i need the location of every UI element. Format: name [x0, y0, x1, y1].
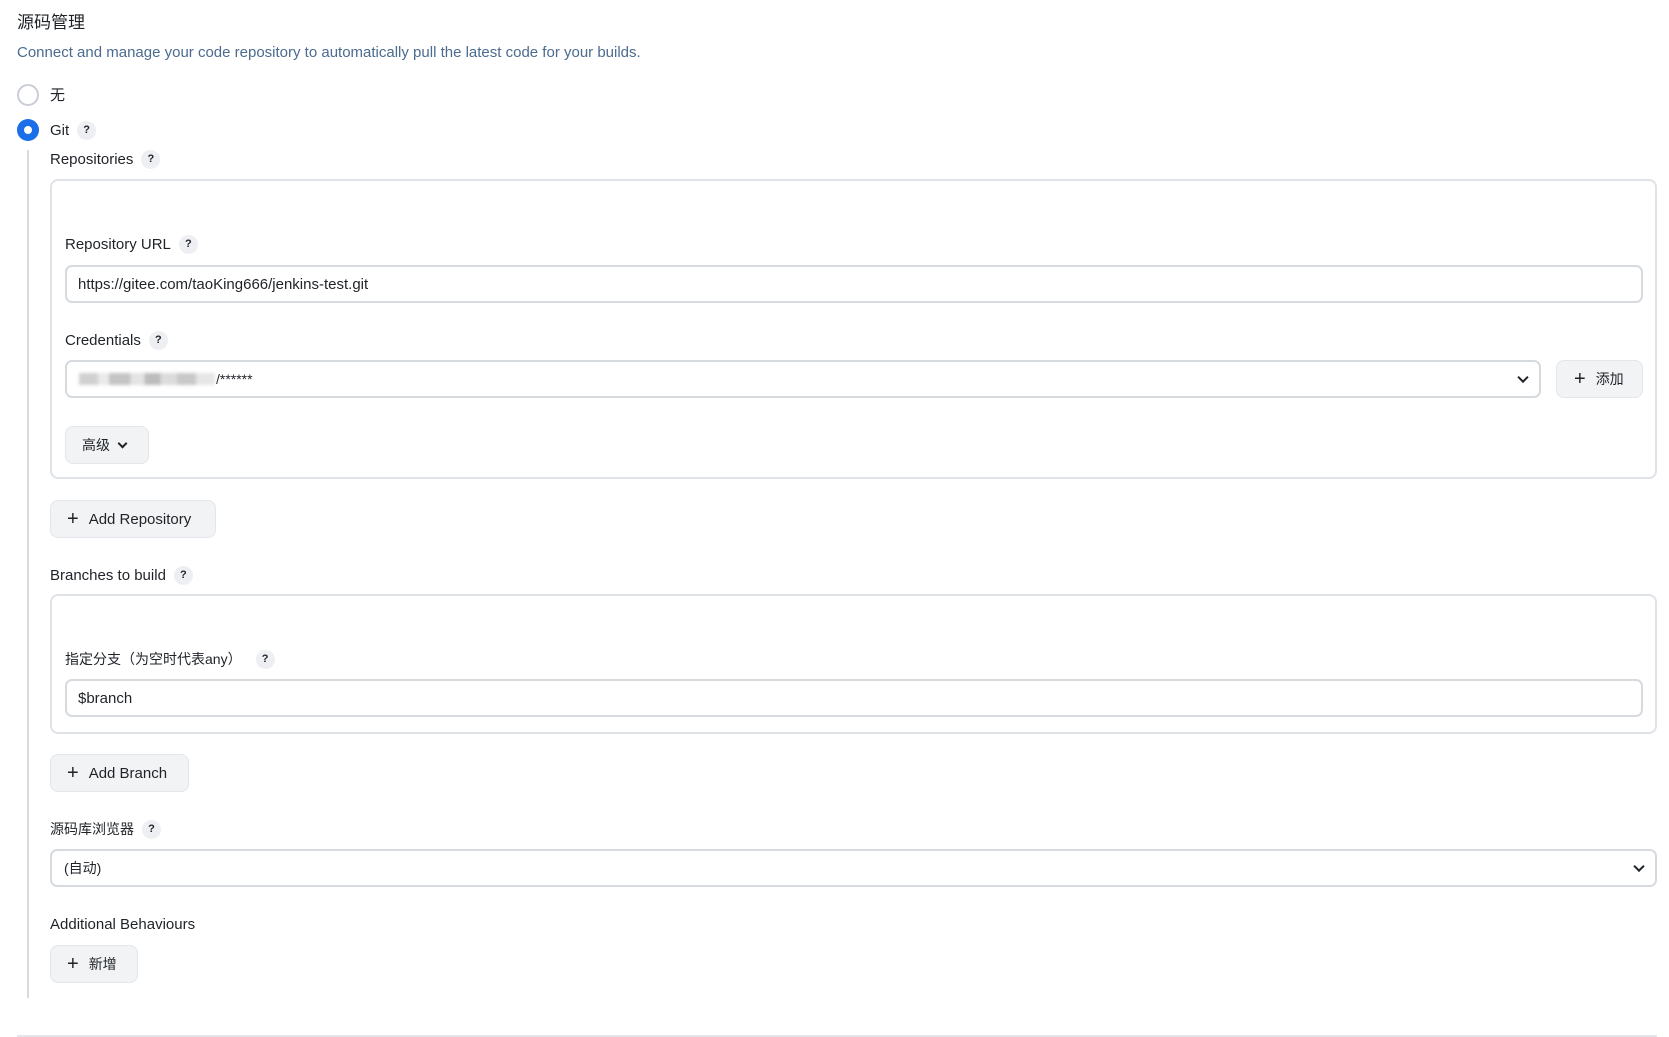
chevron-down-icon	[117, 438, 128, 448]
radio-git-label: Git	[50, 121, 70, 139]
add-behaviour-label: 新增	[88, 956, 117, 972]
branch-specifier-value: $branch	[78, 689, 133, 707]
repository-browser-value: (自动)	[64, 860, 102, 876]
radio-none-label: 无	[50, 87, 66, 104]
section-title: 源码管理	[17, 13, 85, 32]
repositories-label: Repositories	[50, 150, 134, 168]
repositories-header: Repositories ?	[50, 148, 161, 170]
branches-label: Branches to build	[50, 566, 166, 584]
add-credentials-button[interactable]: + 添加	[1556, 360, 1643, 398]
repository-browser-label: 源码库浏览器	[50, 821, 134, 837]
add-repository-button[interactable]: + Add Repository	[50, 500, 216, 538]
repository-browser-select[interactable]: (自动)	[50, 849, 1657, 887]
branches-help-icon[interactable]: ?	[173, 565, 193, 585]
add-branch-button[interactable]: + Add Branch	[50, 754, 189, 792]
repositories-help-icon[interactable]: ?	[141, 149, 161, 169]
radio-git[interactable]	[17, 119, 39, 141]
credentials-header: Credentials ?	[65, 329, 168, 351]
repository-panel	[50, 179, 1657, 479]
branch-specifier-input[interactable]: $branch	[65, 679, 1643, 717]
credentials-redacted	[79, 373, 215, 385]
chevron-down-icon	[1633, 860, 1645, 873]
repository-browser-help-icon[interactable]: ?	[142, 819, 161, 839]
credentials-value: /******	[216, 371, 253, 387]
advanced-button[interactable]: 高级	[65, 426, 149, 464]
radio-none[interactable]	[17, 84, 39, 106]
section-description: Connect and manage your code repository …	[17, 44, 641, 61]
add-credentials-label: 添加	[1595, 371, 1624, 387]
plus-icon: +	[67, 508, 79, 530]
plus-icon: +	[1574, 368, 1586, 390]
repository-url-label: Repository URL	[65, 235, 171, 253]
git-section-indent-line	[27, 150, 29, 998]
repository-url-value: https://gitee.com/taoKing666/jenkins-tes…	[78, 275, 369, 293]
credentials-select[interactable]: /******	[65, 360, 1541, 398]
git-help-icon[interactable]: ?	[77, 120, 97, 140]
add-behaviour-button[interactable]: + 新增	[50, 945, 138, 983]
branches-header: Branches to build ?	[50, 564, 193, 586]
add-repository-label: Add Repository	[88, 510, 192, 528]
repository-browser-header: 源码库浏览器 ?	[50, 818, 161, 840]
repository-url-help-icon[interactable]: ?	[178, 234, 198, 254]
credentials-help-icon[interactable]: ?	[148, 330, 168, 350]
plus-icon: +	[67, 762, 79, 784]
repository-url-header: Repository URL ?	[65, 233, 198, 255]
advanced-label: 高级	[82, 437, 110, 453]
branch-specifier-help-icon[interactable]: ?	[255, 649, 275, 669]
git-option-row: Git ?	[50, 119, 97, 141]
chevron-down-icon	[1517, 371, 1529, 384]
additional-behaviours-header: Additional Behaviours	[50, 913, 195, 935]
branch-specifier-header: 指定分支（为空时代表any） ?	[65, 648, 275, 670]
add-branch-label: Add Branch	[88, 764, 168, 782]
repository-url-input[interactable]: https://gitee.com/taoKing666/jenkins-tes…	[65, 265, 1643, 303]
additional-behaviours-label: Additional Behaviours	[50, 915, 196, 933]
branch-specifier-label: 指定分支（为空时代表any）	[65, 651, 242, 667]
plus-icon: +	[67, 953, 79, 975]
credentials-label: Credentials	[65, 331, 141, 349]
